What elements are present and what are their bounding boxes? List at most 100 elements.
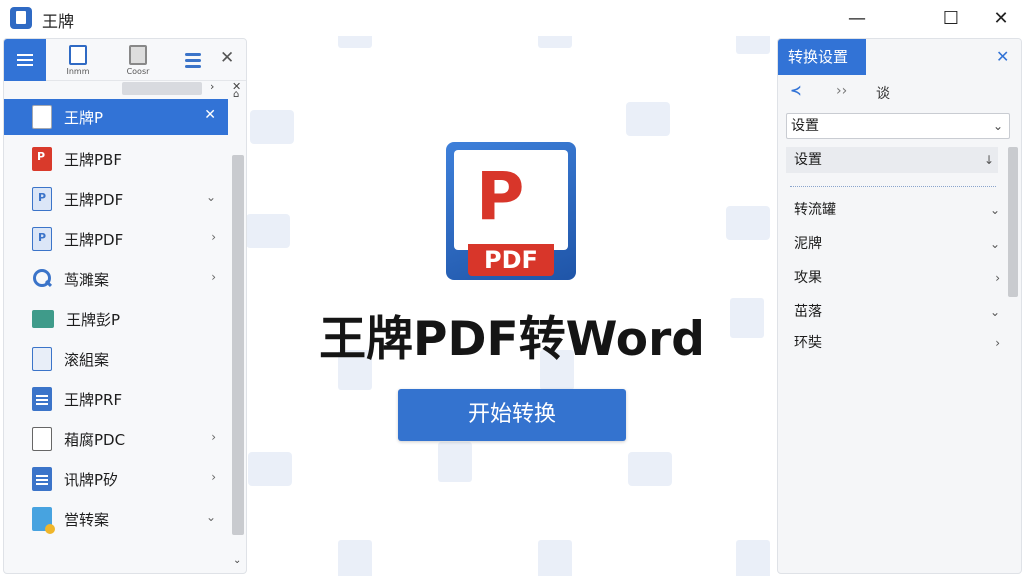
- filter-bar: [185, 53, 201, 56]
- close-settings-button[interactable]: ✕: [996, 47, 1009, 66]
- watermark-document-icon: [538, 540, 572, 576]
- logo-letter: P: [476, 158, 525, 235]
- file-name: 茑濉案: [64, 270, 110, 289]
- tool-label: Inmm: [66, 67, 90, 76]
- remove-item-icon[interactable]: ✕: [204, 107, 216, 123]
- settings-option[interactable]: 茁落 ⌄: [794, 297, 1000, 327]
- file-list-item[interactable]: 滚組案: [4, 339, 228, 379]
- window-title: 王牌: [42, 12, 75, 31]
- file-name: 讯牌P矽: [64, 470, 119, 489]
- option-label: 攻果: [794, 270, 822, 286]
- file-name: 王牌P: [64, 108, 104, 127]
- settings-option[interactable]: 环奘 ›: [794, 328, 1000, 358]
- expand-chevron-icon[interactable]: ›: [211, 470, 216, 484]
- tool-label: Coosr: [126, 67, 150, 76]
- watermark-folder-icon: [628, 452, 672, 486]
- file-name: 王牌PDF: [64, 230, 124, 249]
- document-icon: [69, 45, 87, 65]
- chevron-icon: ⌄: [989, 305, 1000, 319]
- pdf-file-icon: [32, 187, 52, 211]
- tool-button-copy[interactable]: Coosr: [112, 43, 164, 79]
- settings-option[interactable]: 转流罐 ⌄: [794, 195, 1000, 225]
- pin-icon[interactable]: ↓: [984, 147, 994, 173]
- file-list-item[interactable]: 葙腐PDC ›: [4, 419, 228, 459]
- settings-title: 转换设置: [778, 39, 866, 75]
- file-list-panel: Inmm Coosr ✕ › ✕ 王牌P✕王牌PBF王牌PDF⌄王牌PDF›茑濉…: [3, 38, 247, 574]
- scrollbar-thumb[interactable]: [232, 155, 244, 535]
- word-document-icon: [32, 387, 52, 411]
- pdf-logo: P PDF: [446, 142, 578, 282]
- expand-chevron-icon[interactable]: ⌄: [206, 190, 216, 204]
- file-list-item[interactable]: 王牌P ✕: [4, 99, 228, 135]
- panel-search-row: › ✕: [4, 80, 246, 97]
- settings-dropdown[interactable]: 设置 ⌄: [786, 113, 1010, 139]
- file-panel-toolbar: Inmm Coosr ✕: [4, 39, 246, 81]
- convert-icon: [32, 227, 52, 251]
- watermark-document-icon: [730, 298, 764, 338]
- expand-chevron-icon[interactable]: ⌄: [206, 510, 216, 524]
- close-panel-button[interactable]: ✕: [220, 48, 234, 68]
- watermark-document-icon: [438, 442, 472, 482]
- settings-option[interactable]: 泥牌 ⌄: [794, 229, 1000, 259]
- file-list-item[interactable]: 王牌PRF: [4, 379, 228, 419]
- minimize-button[interactable]: —: [834, 0, 880, 36]
- option-label: 茁落: [794, 304, 822, 320]
- settings-tabs: ≺ ›› 谈: [778, 79, 1021, 107]
- scrollbar-thumb[interactable]: [1008, 147, 1018, 297]
- file-list-item[interactable]: 茑濉案 ›: [4, 259, 228, 299]
- expand-chevron-icon[interactable]: ›: [211, 230, 216, 244]
- watermark-folder-icon: [726, 206, 770, 240]
- file-name: 王牌彭P: [66, 310, 121, 329]
- chevron-icon: ⌄: [989, 203, 1000, 217]
- tab-talk[interactable]: 谈: [876, 83, 890, 103]
- option-label: 泥牌: [794, 236, 822, 252]
- tool-button-document[interactable]: Inmm: [52, 43, 104, 79]
- chevron-icon: ›: [995, 271, 1000, 285]
- copy-icon: [129, 45, 147, 65]
- watermark-folder-icon: [626, 102, 670, 136]
- menu-button[interactable]: [4, 39, 46, 81]
- start-convert-button[interactable]: 开始转换: [398, 389, 626, 441]
- list-filter-button[interactable]: [182, 49, 204, 71]
- settings-option[interactable]: 攻果 ›: [794, 263, 1000, 293]
- watermark-document-icon: [736, 540, 770, 576]
- tab-forward[interactable]: ››: [836, 83, 847, 99]
- option-label: 环奘: [794, 335, 822, 351]
- file-list-item[interactable]: 王牌PDF ›: [4, 219, 228, 259]
- chevron-icon: ›: [995, 336, 1000, 350]
- cloud-document-icon: [32, 507, 55, 534]
- folder-icon: [32, 310, 54, 328]
- file-name: 滚組案: [64, 350, 110, 369]
- expand-chevron-icon[interactable]: ›: [211, 430, 216, 444]
- file-list-item[interactable]: 讯牌P矽 ›: [4, 459, 228, 499]
- file-list-item[interactable]: 王牌PDF ⌄: [4, 179, 228, 219]
- file-list-scrollbar[interactable]: ⌂ ⌄: [230, 89, 246, 573]
- settings-header: 转换设置 ✕: [778, 39, 1021, 75]
- panel-search-bar[interactable]: [122, 82, 202, 95]
- expand-chevron-icon[interactable]: ›: [211, 270, 216, 284]
- file-name: 王牌PBF: [64, 150, 122, 169]
- file-name: 葙腐PDC: [64, 430, 126, 449]
- nav-forward-button[interactable]: ›: [210, 80, 214, 93]
- maximize-button[interactable]: ☐: [928, 0, 974, 36]
- watermark-folder-icon: [246, 214, 290, 248]
- option-label: 转流罐: [794, 202, 836, 218]
- mail-icon: [32, 427, 52, 451]
- file-name: 王牌PDF: [64, 190, 124, 209]
- scroll-down-icon[interactable]: ⌄: [233, 555, 241, 566]
- watermark-folder-icon: [248, 452, 292, 486]
- close-window-button[interactable]: ✕: [978, 0, 1024, 36]
- chevron-icon: ⌄: [989, 237, 1000, 251]
- settings-scrollbar[interactable]: [1006, 143, 1020, 573]
- conversion-settings-panel: 转换设置 ✕ ≺ ›› 谈 设置 ⌄ 设置 ↓ 转流罐 ⌄ 泥牌 ⌄ 攻果 › 茁落 ⌄ 环奘 ›: [777, 38, 1022, 574]
- file-name: 営转案: [64, 510, 110, 529]
- scroll-up-icon[interactable]: ⌂: [233, 89, 239, 100]
- file-list-item[interactable]: 王牌PBF: [4, 139, 228, 179]
- filter-bar: [185, 65, 201, 68]
- settings-section-header[interactable]: 设置 ↓: [786, 147, 998, 173]
- ruler-slider[interactable]: [790, 179, 996, 187]
- file-list-item[interactable]: 営转案 ⌄: [4, 499, 228, 539]
- logo-band: PDF: [468, 244, 554, 276]
- tab-back[interactable]: ≺: [790, 83, 802, 99]
- file-list-item[interactable]: 王牌彭P: [4, 299, 228, 339]
